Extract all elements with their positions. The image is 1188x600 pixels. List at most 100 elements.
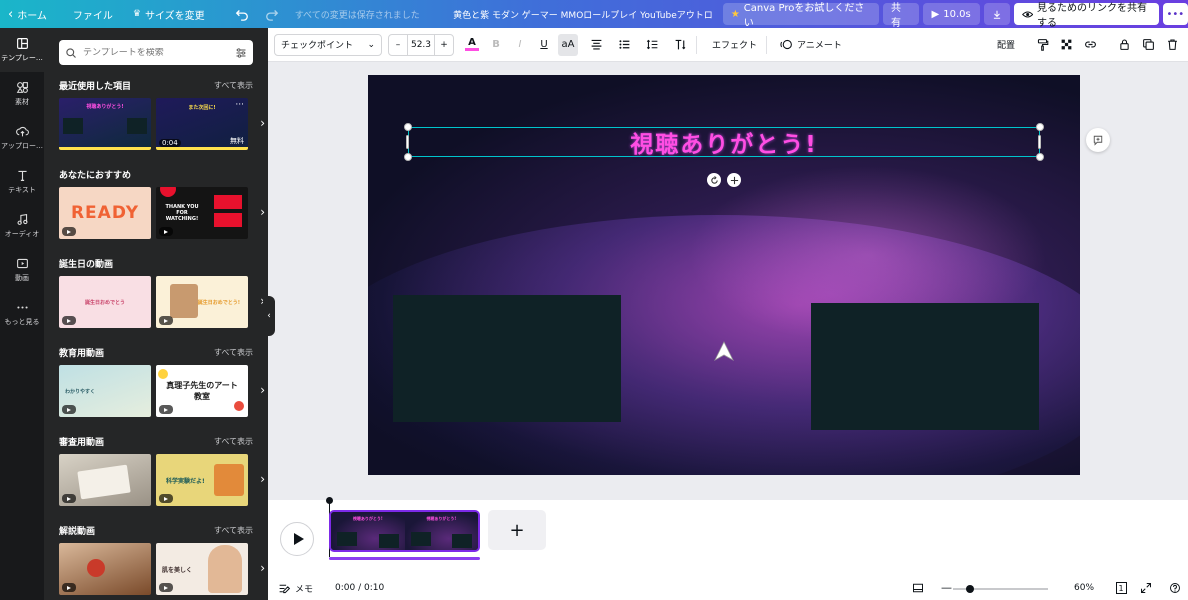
timeline-clip[interactable]: 視聴ありがとう! 視聴ありがとう! bbox=[329, 510, 480, 552]
chevron-right-icon[interactable]: › bbox=[260, 383, 265, 397]
template-thumbnail[interactable]: 視聴ありがとう! bbox=[59, 98, 151, 150]
more-options-button[interactable]: ••• bbox=[1162, 3, 1188, 25]
undo-button[interactable] bbox=[227, 0, 257, 28]
effects-button[interactable]: エフェクト bbox=[709, 34, 760, 56]
zoom-level[interactable]: 60% bbox=[1074, 583, 1094, 593]
decrease-size-button[interactable]: – bbox=[389, 35, 407, 55]
resize-handle-top-right[interactable] bbox=[1036, 123, 1044, 131]
video-icon bbox=[16, 258, 28, 269]
template-thumbnail[interactable]: READY bbox=[59, 187, 151, 239]
rail-item-audio[interactable]: オーディオ bbox=[0, 204, 44, 248]
template-thumbnail[interactable]: 誕生日おめでとう bbox=[59, 276, 151, 328]
template-thumbnail[interactable] bbox=[59, 454, 151, 506]
redo-button[interactable] bbox=[257, 0, 287, 28]
link-button[interactable] bbox=[1080, 34, 1100, 56]
rail-item-elements[interactable]: 素材 bbox=[0, 72, 44, 116]
underline-button[interactable]: U bbox=[534, 34, 554, 56]
canvas-horizontal-scrollbar[interactable] bbox=[268, 490, 1188, 500]
add-comment-button[interactable] bbox=[1086, 128, 1110, 152]
template-thumbnail[interactable]: 科学実験だよ! bbox=[156, 454, 248, 506]
timeline-play-button[interactable] bbox=[280, 522, 314, 556]
chevron-right-icon[interactable]: › bbox=[260, 205, 265, 219]
see-all-link[interactable]: すべて表示 bbox=[214, 525, 253, 536]
more-dots-icon[interactable]: ··· bbox=[235, 100, 244, 110]
filter-icon[interactable] bbox=[235, 47, 247, 59]
home-button[interactable]: ‹ ホーム bbox=[0, 0, 55, 28]
zoom-slider[interactable] bbox=[953, 585, 1048, 593]
see-all-link[interactable]: すべて表示 bbox=[214, 80, 253, 91]
resize-handle-bottom-left[interactable] bbox=[404, 153, 412, 161]
see-all-link[interactable]: すべて表示 bbox=[214, 436, 253, 447]
rail-item-more[interactable]: もっと見る bbox=[0, 292, 44, 336]
text-color-button[interactable]: A bbox=[462, 34, 482, 56]
increase-size-button[interactable]: + bbox=[435, 35, 453, 55]
fullscreen-button[interactable] bbox=[1139, 581, 1153, 595]
document-title[interactable]: 黄色と紫 モダン ゲーマー MMOロールプレイ YouTubeアウトロ bbox=[451, 8, 715, 21]
section-title: 最近使用した項目 bbox=[59, 81, 132, 92]
template-thumbnail[interactable]: お誕生日おめでとう! bbox=[156, 276, 248, 328]
position-button[interactable]: 配置 bbox=[994, 34, 1018, 56]
template-thumbnail[interactable]: 真理子先生のアート教室 bbox=[156, 365, 248, 417]
share-link-button[interactable]: 見るためのリンクを共有する bbox=[1013, 3, 1159, 29]
template-thumbnail[interactable]: また次回に! ··· 0:04 無料 bbox=[156, 98, 248, 150]
notes-button[interactable]: メモ bbox=[278, 582, 313, 595]
copy-style-button[interactable] bbox=[1032, 34, 1052, 56]
spacing-button[interactable] bbox=[642, 34, 662, 56]
canvas-title-text[interactable]: 視聴ありがとう! bbox=[630, 125, 818, 159]
resize-button[interactable]: ♛ サイズを変更 bbox=[125, 0, 213, 28]
help-button[interactable] bbox=[1168, 581, 1182, 595]
search-input[interactable] bbox=[83, 47, 229, 58]
transparency-button[interactable] bbox=[1056, 34, 1076, 56]
lock-button[interactable] bbox=[1114, 34, 1134, 56]
try-pro-button[interactable]: ★ Canva Proをお試しください bbox=[722, 3, 880, 29]
video-placeholder-left[interactable] bbox=[393, 295, 621, 422]
resize-handle-top-left[interactable] bbox=[404, 123, 412, 131]
template-search[interactable] bbox=[59, 40, 253, 65]
resize-handle-right[interactable] bbox=[1038, 135, 1041, 149]
letter-case-button[interactable]: aA bbox=[558, 33, 578, 56]
template-thumbnail[interactable]: 肌を美しく bbox=[156, 543, 248, 595]
template-thumbnail[interactable]: THANK YOU FOR WATCHING! bbox=[156, 187, 248, 239]
italic-button[interactable]: I bbox=[510, 34, 530, 56]
resize-handle-left[interactable] bbox=[406, 135, 409, 149]
animate-button[interactable]: アニメート bbox=[777, 34, 845, 56]
page-count-button[interactable]: 1 bbox=[1114, 581, 1128, 595]
bold-button[interactable]: B bbox=[486, 34, 506, 56]
share-button[interactable]: 共有 bbox=[883, 3, 919, 29]
notes-label: メモ bbox=[295, 584, 314, 595]
chevron-right-icon[interactable]: › bbox=[260, 561, 265, 575]
font-size-value[interactable]: 52.3 bbox=[407, 34, 435, 55]
template-thumbnail[interactable] bbox=[59, 543, 151, 595]
font-selector[interactable]: チェックポイント ⌄ bbox=[274, 33, 382, 56]
chevron-right-icon[interactable]: › bbox=[260, 472, 265, 486]
video-placeholder-right[interactable] bbox=[811, 303, 1039, 430]
crown-icon: ♛ bbox=[132, 9, 141, 19]
add-page-button[interactable]: + bbox=[488, 510, 546, 550]
move-handle[interactable] bbox=[727, 173, 741, 187]
rail-item-uploads[interactable]: アップロー… bbox=[0, 116, 44, 160]
resize-handle-bottom-right[interactable] bbox=[1036, 153, 1044, 161]
animate-icon bbox=[780, 39, 792, 50]
rail-item-templates[interactable]: テンプレー… bbox=[0, 28, 44, 72]
hide-timeline-button[interactable] bbox=[911, 581, 925, 595]
duplicate-button[interactable] bbox=[1138, 34, 1158, 56]
section-recommended: あなたにおすすめ READY THANK YOU FOR WATCHING! › bbox=[59, 167, 265, 239]
rotate-handle[interactable] bbox=[707, 173, 721, 187]
file-menu[interactable]: ファイル bbox=[65, 0, 121, 28]
play-preview-button[interactable]: ▶ 10.0s bbox=[922, 3, 980, 25]
vertical-text-button[interactable] bbox=[670, 34, 690, 56]
zoom-out-icon[interactable]: — bbox=[941, 581, 952, 594]
rail-item-video[interactable]: 動画 bbox=[0, 248, 44, 292]
rail-item-text[interactable]: テキスト bbox=[0, 160, 44, 204]
download-button[interactable] bbox=[983, 3, 1010, 25]
delete-button[interactable] bbox=[1162, 34, 1182, 56]
template-thumbnail[interactable]: わかりやすく bbox=[59, 365, 151, 417]
list-button[interactable] bbox=[614, 34, 634, 56]
collapse-panel-button[interactable]: ‹ bbox=[263, 296, 275, 336]
section-birthday: 誕生日の動画 誕生日おめでとう お誕生日おめでとう! › bbox=[59, 256, 265, 328]
chevron-right-icon[interactable]: › bbox=[260, 116, 265, 130]
zoom-slider-knob[interactable] bbox=[966, 585, 975, 593]
align-button[interactable] bbox=[586, 34, 606, 56]
see-all-link[interactable]: すべて表示 bbox=[214, 347, 253, 358]
selected-title-textbox[interactable]: 視聴ありがとう! bbox=[408, 125, 1040, 159]
